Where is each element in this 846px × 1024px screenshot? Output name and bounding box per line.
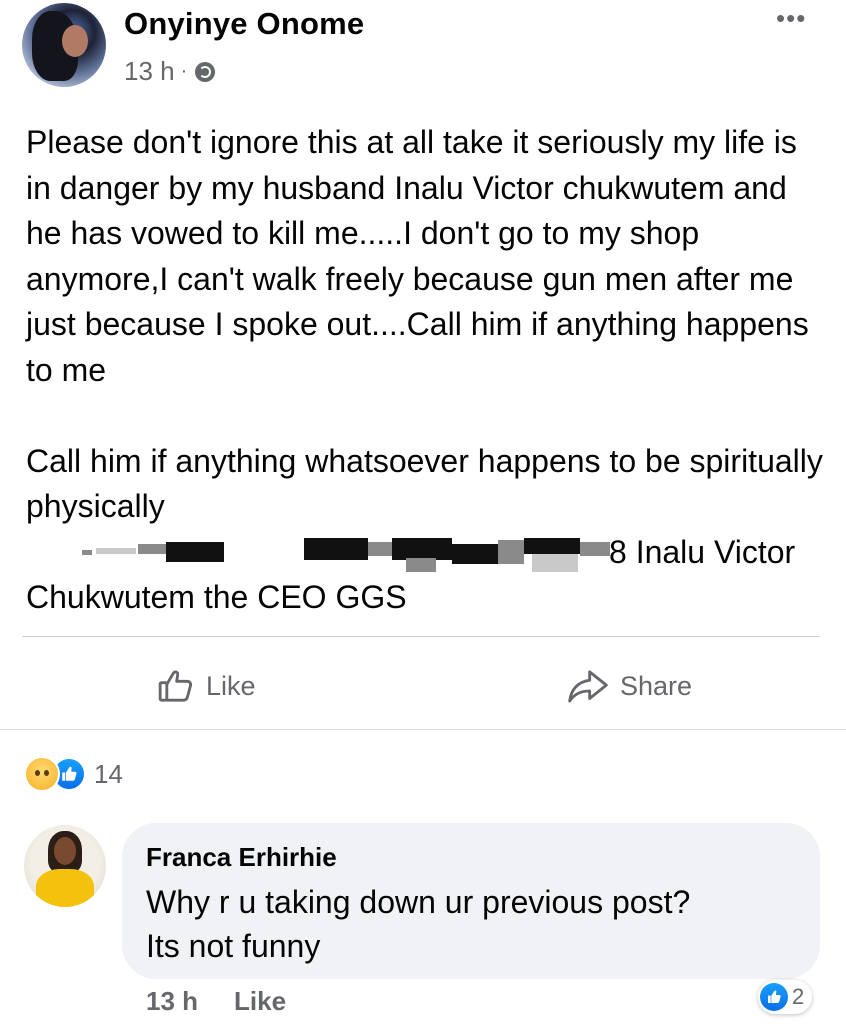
- post-paragraph-2: Call him if anything whatsoever happens …: [26, 442, 823, 525]
- share-label: Share: [620, 670, 693, 701]
- globe-icon: [195, 61, 216, 82]
- like-icon: [760, 983, 788, 1011]
- commenter-name[interactable]: Franca Erhirhie: [146, 842, 337, 873]
- comment-time[interactable]: 13 h: [146, 986, 198, 1017]
- like-button[interactable]: Like: [156, 660, 256, 712]
- reaction-count: 14: [94, 758, 123, 789]
- redacted-phone-line: 8 Inalu Victor: [26, 530, 826, 576]
- comment-reaction-count: 2: [792, 984, 805, 1009]
- share-button[interactable]: Share: [566, 660, 692, 712]
- comment-reaction-badge[interactable]: 2: [758, 980, 813, 1014]
- sad-icon: [24, 756, 60, 792]
- comment-text: Why r u taking down ur previous post? It…: [146, 880, 806, 968]
- share-icon: [568, 670, 608, 703]
- more-options-icon[interactable]: •••: [776, 5, 806, 31]
- comment-footer: 13 h Like: [146, 986, 286, 1017]
- comment-line-1: Why r u taking down ur previous post?: [146, 884, 691, 920]
- like-label: Like: [206, 670, 256, 701]
- thumbs-up-icon: [158, 670, 193, 702]
- author-avatar[interactable]: [22, 3, 106, 87]
- reaction-summary[interactable]: 14: [24, 756, 123, 792]
- post-last-line: Chukwutem the CEO GGS: [26, 579, 407, 615]
- post-paragraph-1: Please don't ignore this at all take it …: [26, 124, 809, 388]
- post-meta: 13 h ·: [124, 56, 216, 87]
- post-author-name[interactable]: Onyinye Onome: [124, 6, 364, 42]
- comment-line-2: Its not funny: [146, 928, 321, 964]
- post-body: Please don't ignore this at all take it …: [26, 120, 826, 621]
- meta-separator: ·: [180, 60, 188, 82]
- post-time[interactable]: 13 h: [124, 56, 175, 87]
- redacted-line-tail: 8 Inalu Victor: [609, 533, 796, 570]
- post-divider: [22, 636, 820, 637]
- commenter-avatar[interactable]: [24, 825, 106, 907]
- comment-like-button[interactable]: Like: [234, 986, 286, 1017]
- section-divider: [0, 729, 846, 730]
